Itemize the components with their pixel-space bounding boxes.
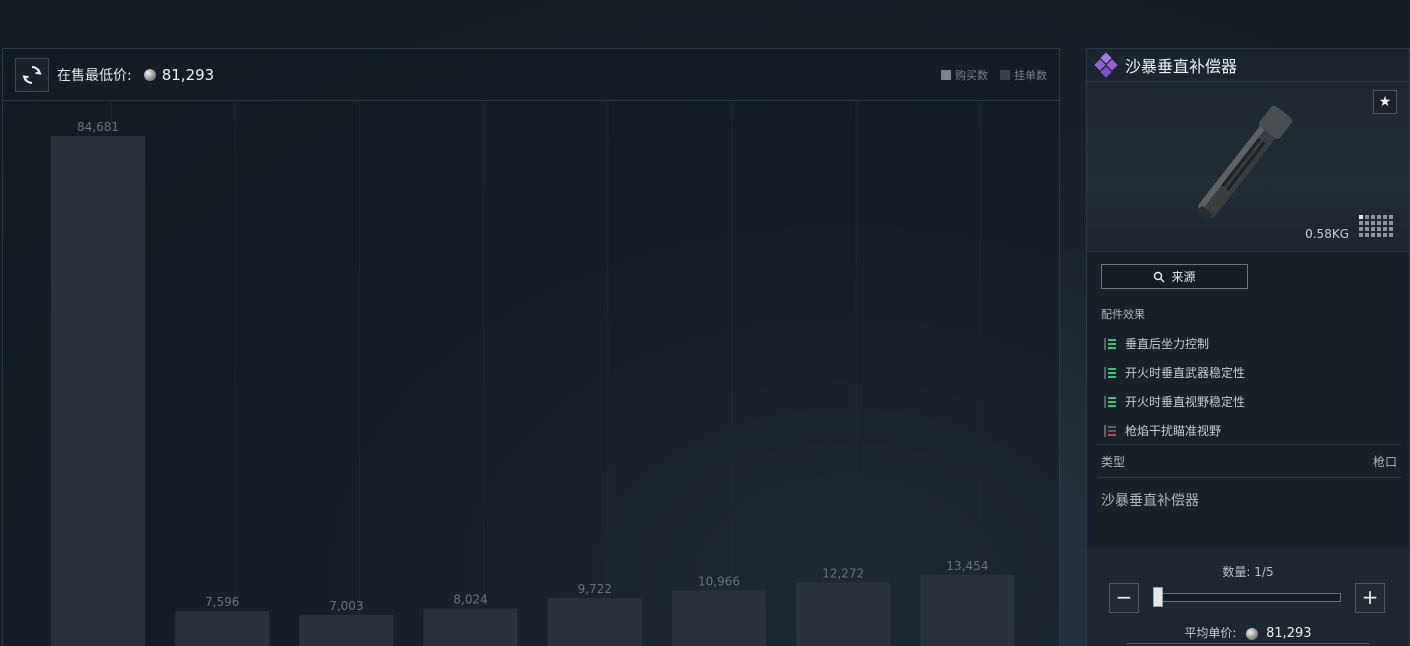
quantity-label: 数量: 1/5 <box>1222 565 1274 579</box>
divider <box>1097 444 1401 445</box>
legend-item-buy: 购买数 <box>941 67 988 83</box>
item-description: 沙暴垂直补偿器 <box>1101 493 1199 509</box>
chart-legend: 购买数 挂单数 <box>941 67 1047 83</box>
bar-1[interactable] <box>51 136 145 646</box>
effect-bars-icon <box>1104 366 1116 379</box>
bar-label-7: 12,272 <box>822 566 864 580</box>
bar-2[interactable] <box>175 611 270 646</box>
star-icon: ★ <box>1378 94 1392 110</box>
legend-label-buy: 购买数 <box>955 69 988 82</box>
effect-label: 枪焰干扰瞄准视野 <box>1125 424 1222 438</box>
chart-header: 在售最低价: 81,293 购买数 挂单数 <box>3 49 1059 101</box>
effect-item-weapon-stability: 开火时垂直武器稳定性 <box>1103 358 1403 387</box>
type-row: 类型 枪口 <box>1101 453 1397 470</box>
item-title: 沙暴垂直补偿器 <box>1125 57 1238 76</box>
average-price-value: 81,293 <box>1266 626 1312 641</box>
type-label: 类型 <box>1101 455 1126 469</box>
legend-swatch-buy <box>941 70 951 80</box>
effect-label: 开火时垂直武器稳定性 <box>1125 366 1246 380</box>
legend-swatch-listing <box>1000 70 1010 80</box>
effects-title: 配件效果 <box>1101 308 1145 321</box>
average-price-row: 平均单价: 81,293 <box>1087 624 1409 641</box>
effect-bars-icon <box>1104 424 1116 437</box>
effect-label: 垂直后坐力控制 <box>1125 337 1210 351</box>
favorite-button[interactable]: ★ <box>1373 90 1397 114</box>
coin-icon <box>1246 627 1259 640</box>
quantity-increase-button[interactable]: + <box>1355 583 1385 613</box>
bar-label-2: 7,596 <box>205 595 239 609</box>
effect-list: 垂直后坐力控制 开火时垂直武器稳定性 开火时垂直视野稳定性 枪焰干扰瞄准视野 <box>1103 329 1403 445</box>
item-detail-panel: 沙暴垂直补偿器 ★ 0.58KG 来源 配件效果 垂直后坐力控制 开火时垂直武器… <box>1086 48 1410 646</box>
lowest-price-value: 81,293 <box>161 65 215 84</box>
bar-8[interactable] <box>920 575 1015 646</box>
effect-bars-icon <box>1104 337 1116 350</box>
minus-icon: − <box>1115 585 1133 609</box>
source-button[interactable]: 来源 <box>1101 264 1248 289</box>
confirm-button-edge[interactable] <box>1127 643 1369 644</box>
bar-label-6: 10,966 <box>698 574 740 588</box>
effect-item-view-stability: 开火时垂直视野稳定性 <box>1103 387 1403 416</box>
divider <box>1097 477 1401 478</box>
chart-area: 84,681 7,596 7,003 8,024 9,722 10,966 12,272 13… <box>3 102 1059 646</box>
refresh-icon <box>22 65 42 84</box>
bar-4[interactable] <box>423 608 518 646</box>
item-image-box: ★ 0.58KG <box>1087 82 1409 252</box>
effect-label: 开火时垂直视野稳定性 <box>1125 395 1246 409</box>
search-icon <box>1154 271 1166 283</box>
bar-label-4: 8,024 <box>453 593 487 607</box>
quantity-slider-thumb[interactable] <box>1153 587 1163 607</box>
plus-icon: + <box>1361 585 1379 609</box>
bar-6[interactable] <box>672 590 766 646</box>
average-price-label: 平均单价: <box>1184 626 1237 640</box>
price-chart-panel: 在售最低价: 81,293 购买数 挂单数 84,681 7,596 7,003 8,… <box>2 48 1060 646</box>
bar-label-3: 7,003 <box>329 599 363 613</box>
bar-label-8: 13,454 <box>946 559 988 573</box>
item-weight: 0.58KG <box>1305 227 1349 241</box>
bar-label-1: 84,681 <box>77 120 119 134</box>
source-button-label: 来源 <box>1171 270 1196 284</box>
item-title-bar: 沙暴垂直补偿器 <box>1087 49 1409 82</box>
quantity-decrease-button[interactable]: − <box>1109 583 1139 613</box>
coin-icon <box>143 68 156 81</box>
effect-item-muzzle-flash: 枪焰干扰瞄准视野 <box>1103 416 1403 445</box>
inventory-size-icon <box>1359 215 1393 237</box>
bar-chart: 84,681 7,596 7,003 8,024 9,722 10,966 12,272 13… <box>51 102 1015 646</box>
lowest-price-label: 在售最低价: <box>57 67 132 84</box>
bar-7[interactable] <box>796 582 891 646</box>
quantity-slider-track[interactable] <box>1155 593 1341 602</box>
legend-label-listing: 挂单数 <box>1014 69 1047 82</box>
rarity-diamond-icon <box>1093 52 1119 78</box>
legend-item-listing: 挂单数 <box>1000 67 1047 83</box>
refresh-button[interactable] <box>15 57 49 92</box>
purchase-box: 数量: 1/5 − + 平均单价: 81,293 <box>1087 549 1409 646</box>
type-value: 枪口 <box>1372 455 1397 469</box>
effect-bars-icon <box>1104 395 1116 408</box>
bar-label-5: 9,722 <box>578 582 612 596</box>
bar-3[interactable] <box>299 614 394 646</box>
bar-5[interactable] <box>547 598 642 646</box>
effect-item-vertical-recoil: 垂直后坐力控制 <box>1103 329 1403 358</box>
